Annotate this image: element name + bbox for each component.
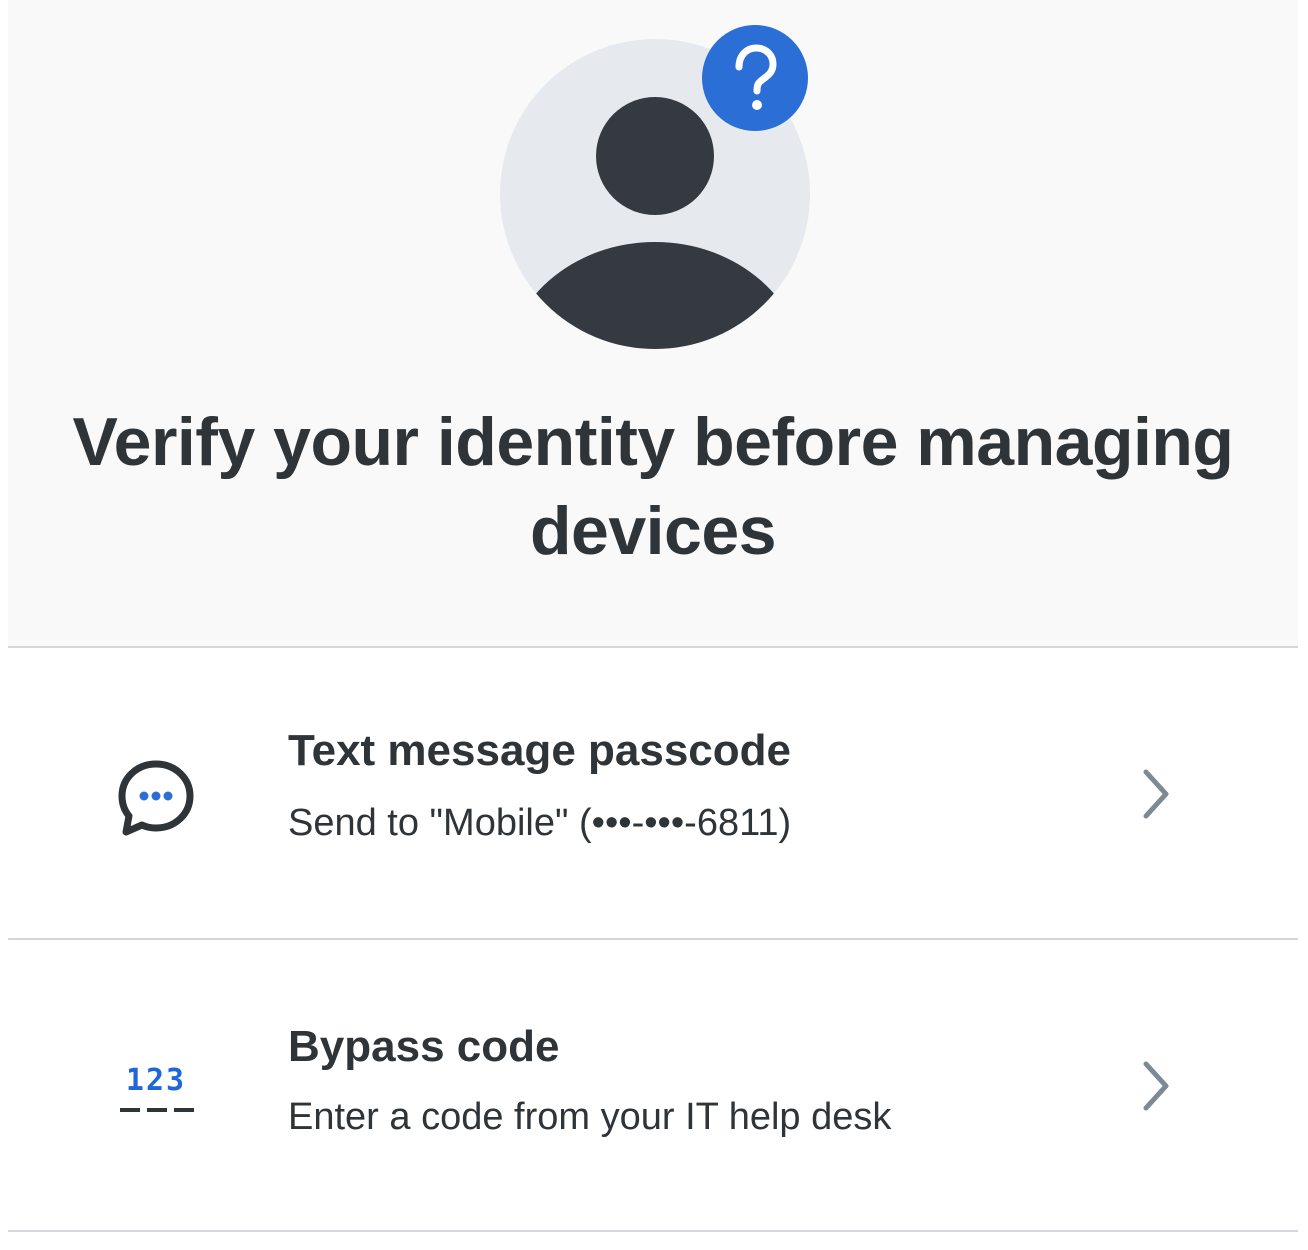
code-123-icon: 123 bbox=[118, 1064, 198, 1124]
question-mark-icon[interactable] bbox=[702, 25, 808, 131]
option-subtitle: Enter a code from your IT help desk bbox=[288, 1096, 892, 1138]
option-title: Text message passcode bbox=[288, 726, 791, 775]
chat-bubble-icon bbox=[114, 756, 198, 840]
option-title: Bypass code bbox=[288, 1022, 560, 1071]
chevron-right-icon bbox=[1136, 766, 1176, 822]
text-message-option[interactable]: Text message passcode Send to "Mobile" (… bbox=[8, 648, 1298, 940]
verification-panel: Verify your identity before managing dev… bbox=[8, 0, 1298, 1250]
page-title: Verify your identity before managing dev… bbox=[72, 404, 1234, 569]
code-dashes bbox=[120, 1108, 194, 1112]
option-subtitle: Send to "Mobile" (•••-•••-6811) bbox=[288, 802, 792, 844]
code-digits-text: 123 bbox=[125, 1063, 187, 1098]
chevron-right-icon bbox=[1136, 1058, 1176, 1114]
bypass-code-option[interactable]: 123 Bypass code Enter a code from your I… bbox=[8, 940, 1298, 1232]
header-section: Verify your identity before managing dev… bbox=[8, 0, 1298, 648]
